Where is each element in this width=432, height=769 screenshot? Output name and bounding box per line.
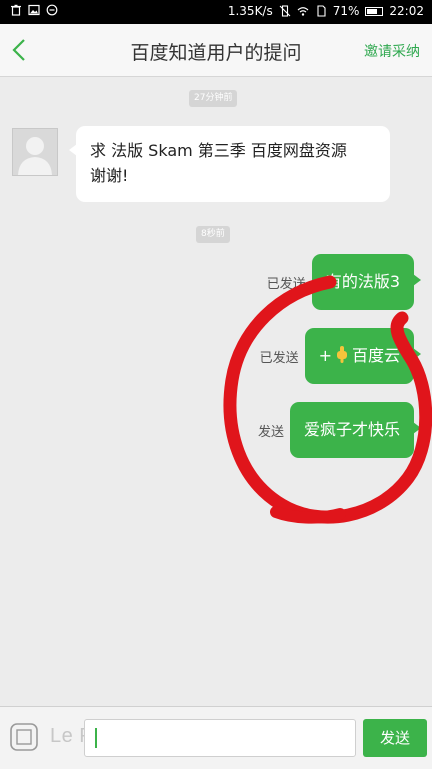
message-text-line: 求 法版 Skam 第三季 百度网盘资源 — [90, 141, 347, 160]
wifi-icon — [297, 7, 309, 16]
message-text: 爱疯子才快乐 — [303, 420, 400, 439]
user-silhouette-icon — [18, 137, 52, 175]
delivery-status: 已发送 — [259, 350, 299, 366]
text-cursor — [95, 728, 97, 748]
message-text-line: 谢谢! — [90, 166, 129, 185]
red-annotation-circle — [223, 275, 432, 524]
outgoing-message-bubble: + 百度云 — [304, 328, 422, 384]
avatar[interactable] — [12, 128, 58, 176]
send-button[interactable]: 发送 — [363, 719, 427, 757]
status-right-icons: 1.35K/s 71% 22:02 — [228, 4, 424, 18]
message-prefix: + — [318, 346, 332, 365]
outgoing-message-bubble: 有的法版3 — [311, 254, 422, 310]
incoming-message-bubble: 求 法版 Skam 第三季 百度网盘资源 谢谢! — [69, 126, 390, 202]
status-left-icons — [10, 4, 58, 16]
attach-tool-icon[interactable] — [8, 721, 40, 753]
vibrate-icon — [279, 5, 291, 17]
timestamp: 27分钟前 — [189, 90, 238, 107]
sim-icon — [317, 5, 326, 17]
sent-message: 已发送 有的法版3 — [266, 254, 422, 310]
message-text: 百度云 — [351, 346, 400, 365]
header-bar: 百度知道用户的提问 邀请采纳 — [0, 24, 432, 77]
pointing-down-hand-icon — [336, 346, 347, 363]
delivery-status: 已发送 — [266, 276, 306, 292]
sent-message: 已发送 + 百度云 — [259, 328, 422, 384]
invite-accept-button[interactable]: 邀请采纳 — [364, 41, 420, 61]
net-speed: 1.35K/s — [227, 4, 273, 18]
sent-message: 发送 爱疯子才快乐 — [257, 402, 422, 458]
clock: 22:02 — [389, 4, 424, 18]
message-input[interactable] — [84, 719, 356, 757]
message-text: 有的法版3 — [325, 272, 400, 291]
battery-percent: 71% — [332, 4, 360, 18]
image-icon — [28, 4, 40, 16]
minus-circle-icon — [46, 4, 58, 16]
timestamp: 8秒前 — [196, 226, 230, 243]
battery-icon — [365, 6, 384, 16]
outgoing-message-bubble: 爱疯子才快乐 — [289, 402, 422, 458]
trash-icon — [11, 4, 21, 16]
input-bar: Le Pro 3 发送 — [0, 706, 432, 769]
delivery-status: 发送 — [257, 424, 284, 440]
status-bar: 1.35K/s 71% 22:02 — [0, 0, 432, 24]
